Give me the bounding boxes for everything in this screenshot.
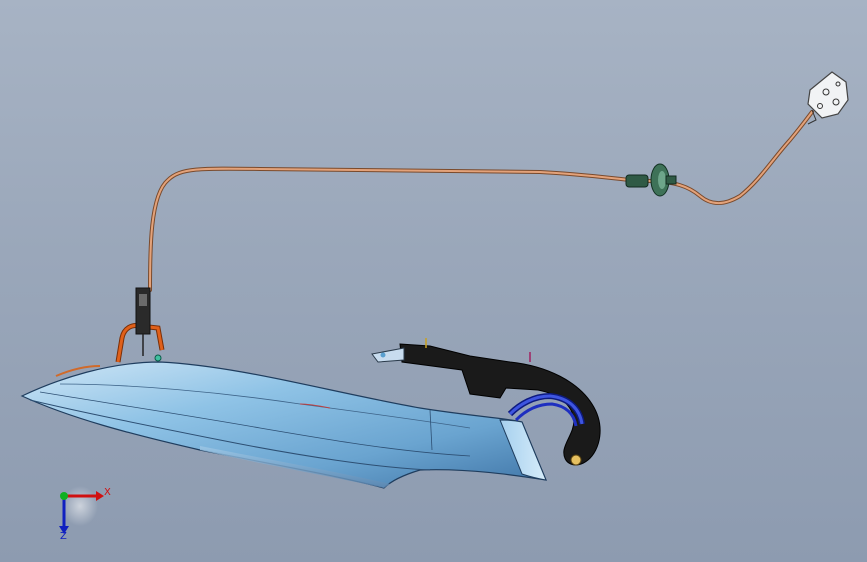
x-axis-head	[96, 491, 104, 501]
x-axis-label: X	[104, 487, 111, 498]
release-handle[interactable]	[115, 287, 165, 363]
z-axis-label: Z	[60, 531, 67, 542]
mounting-bracket[interactable]	[807, 71, 849, 125]
cable-assembly[interactable]	[148, 110, 814, 292]
coordinate-triad[interactable]: X Z	[44, 482, 114, 544]
grommet-connector[interactable]	[625, 163, 677, 197]
y-axis-dot	[60, 492, 68, 500]
graphics-viewport[interactable]: X Z	[0, 0, 867, 562]
cad-model-scene[interactable]	[0, 0, 867, 562]
cable[interactable]	[148, 110, 814, 292]
